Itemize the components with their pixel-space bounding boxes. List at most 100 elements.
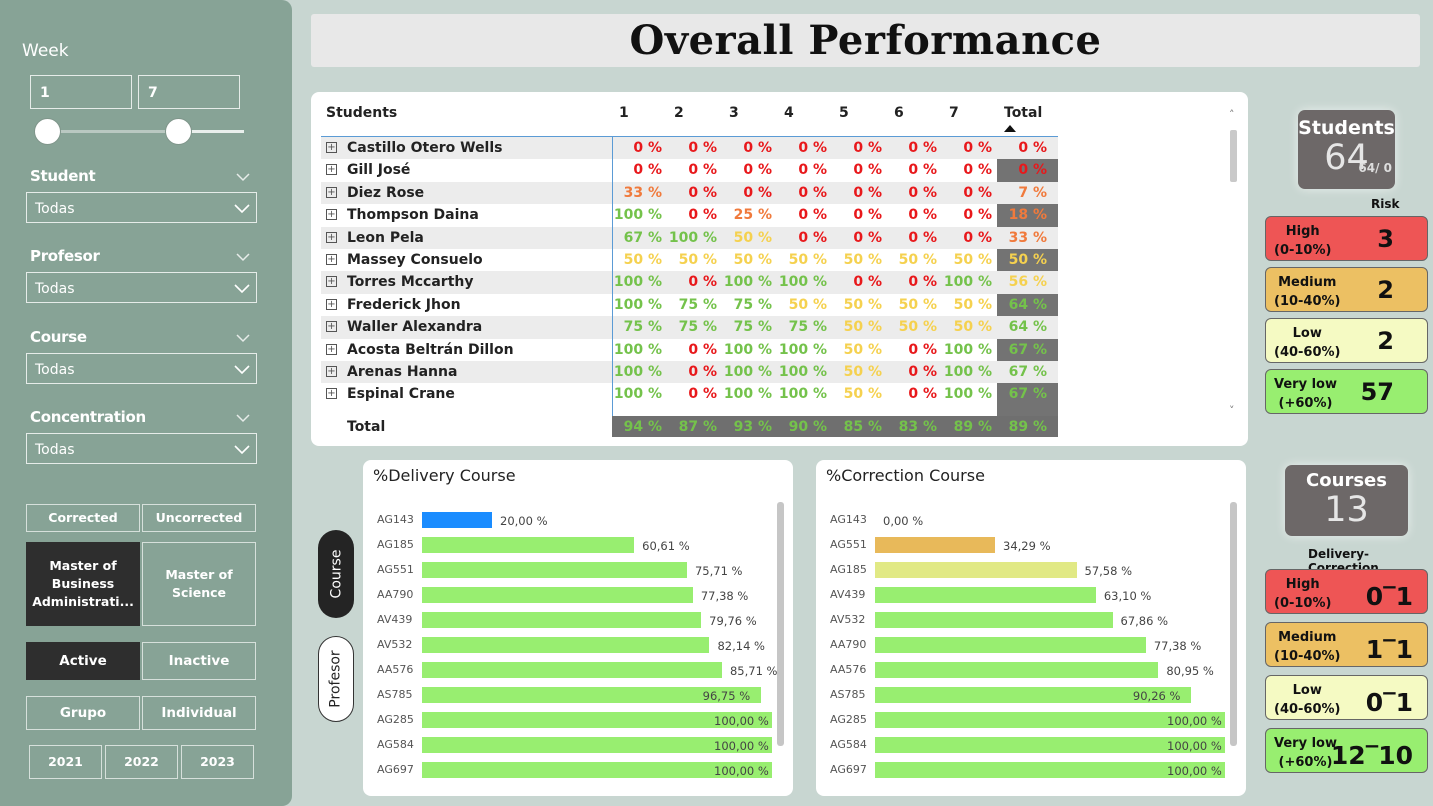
expand-icon[interactable]: +	[326, 231, 337, 243]
active-button[interactable]: Active	[26, 642, 140, 680]
table-row[interactable]: + Waller Alexandra 75 % 75 % 75 % 75 % 50 % 50 …	[321, 316, 1058, 339]
expand-icon[interactable]: +	[326, 186, 337, 198]
expand-icon[interactable]: +	[326, 142, 337, 153]
table-row[interactable]: + Arenas Hanna 100 % 0 % 100 % 100 % 50 % 0 % 10…	[321, 361, 1058, 384]
year-2022-button[interactable]: 2022	[105, 745, 178, 779]
mba-button[interactable]: Master of Business Administrati...	[26, 542, 140, 626]
total-cell: 67 %	[1008, 386, 1047, 403]
matrix-header-students[interactable]: Students	[326, 105, 397, 121]
week-cell: 0 %	[963, 162, 992, 179]
chevron-down-icon[interactable]	[236, 331, 250, 345]
matrix-header-week-3[interactable]: 3	[729, 105, 739, 121]
matrix-header-week-6[interactable]: 6	[894, 105, 904, 121]
risk-card[interactable]: Very low (+60%) 12‾10	[1265, 728, 1428, 773]
table-row[interactable]: + Diez Rose 33 % 0 % 0 % 0 % 0 % 0 % 0 % 7 %	[321, 181, 1058, 205]
matrix-header-week-7[interactable]: 7	[949, 105, 959, 121]
expand-icon[interactable]: +	[326, 254, 337, 265]
bar[interactable]	[422, 662, 722, 678]
concentration-dropdown[interactable]: Todas	[26, 433, 257, 464]
bar[interactable]	[422, 537, 635, 553]
sort-desc-icon[interactable]	[1004, 125, 1016, 132]
profesor-dropdown[interactable]: Todas	[26, 272, 257, 303]
individual-button[interactable]: Individual	[142, 696, 256, 730]
bar[interactable]	[875, 662, 1159, 678]
inactive-button[interactable]: Inactive	[142, 642, 256, 680]
table-row[interactable]: + Torres Mccarthy 100 % 0 % 100 % 100 % 0 % 0 %…	[321, 271, 1058, 294]
matrix-header-week-5[interactable]: 5	[839, 105, 849, 121]
table-row[interactable]: + Frederick Jhon 100 % 75 % 75 % 50 % 50 % 50 %…	[321, 294, 1058, 316]
bar[interactable]	[422, 587, 693, 603]
bar[interactable]	[422, 637, 710, 653]
student-name: Torres Mccarthy	[347, 274, 474, 291]
grupo-button[interactable]: Grupo	[26, 696, 140, 730]
table-row[interactable]: + Gill José 0 % 0 % 0 % 0 % 0 % 0 % 0 % 0 %	[321, 159, 1058, 181]
master-of-science-button[interactable]: Master of Science	[142, 542, 256, 626]
data-label: 100,00 %	[1167, 714, 1222, 728]
student-name: Massey Consuelo	[347, 252, 483, 268]
bar[interactable]	[422, 512, 492, 528]
bar[interactable]	[875, 637, 1146, 653]
matrix-header-week-2[interactable]: 2	[674, 105, 684, 121]
risk-label: Risk	[1371, 197, 1400, 211]
chevron-down-icon[interactable]	[236, 411, 250, 425]
week-slider-min-handle[interactable]	[34, 118, 61, 145]
chevron-down-icon[interactable]	[236, 170, 250, 184]
bar[interactable]	[422, 562, 687, 578]
expand-icon[interactable]: +	[326, 343, 337, 355]
year-2023-button[interactable]: 2023	[181, 745, 254, 779]
bar[interactable]	[875, 587, 1096, 603]
course-toggle[interactable]: Course	[318, 530, 354, 618]
profesor-toggle[interactable]: Profesor	[318, 636, 354, 722]
corrected-button[interactable]: Corrected	[26, 504, 140, 532]
student-name: Waller Alexandra	[347, 319, 483, 336]
table-row[interactable]: + Leon Pela 67 % 100 % 50 % 0 % 0 % 0 % 0 % 33 %	[321, 226, 1058, 249]
delivery-chart-scrollbar[interactable]	[777, 502, 784, 746]
matrix-header-total[interactable]: Total	[1004, 105, 1042, 121]
data-label: 60,61 %	[642, 539, 690, 553]
risk-name: Medium (10-40%)	[1274, 273, 1341, 311]
scroll-down-icon[interactable]: ˅	[1229, 404, 1235, 417]
risk-card[interactable]: Very low (+60%) 57	[1265, 369, 1428, 414]
expand-icon[interactable]: +	[326, 366, 337, 377]
risk-card[interactable]: High (0-10%) 0‾1	[1265, 569, 1428, 614]
matrix-header-week-4[interactable]: 4	[784, 105, 794, 121]
table-row[interactable]: + Espinal Crane 100 % 0 % 100 % 100 % 50 % 0 % 1…	[321, 383, 1058, 405]
expand-icon[interactable]: +	[326, 276, 337, 288]
expand-icon[interactable]: +	[326, 321, 337, 333]
risk-card[interactable]: Low (40-60%) 2	[1265, 318, 1428, 363]
matrix-scrollbar[interactable]	[1230, 130, 1237, 182]
risk-card[interactable]: Low (40-60%) 0‾1	[1265, 675, 1428, 720]
risk-card[interactable]: High (0-10%) 3	[1265, 216, 1428, 261]
table-row[interactable]: + Thompson Daina 100 % 0 % 25 % 0 % 0 % 0 % 0 % 1…	[321, 204, 1058, 226]
risk-card[interactable]: Medium (10-40%) 2	[1265, 267, 1428, 312]
table-row[interactable]: + Massey Consuelo 50 % 50 % 50 % 50 % 50 % 50 %…	[321, 249, 1058, 271]
risk-name: Very low (+60%)	[1274, 734, 1337, 772]
student-dropdown[interactable]: Todas	[26, 192, 257, 223]
week-cell: 0 %	[853, 162, 882, 179]
category-label: AG143	[377, 513, 414, 526]
table-row[interactable]: + Acosta Beltrán Dillon 100 % 0 % 100 % 100 %…	[321, 339, 1058, 361]
table-row[interactable]: + Castillo Otero Wells 0 % 0 % 0 % 0 % 0 % 0 % 0…	[321, 137, 1058, 160]
uncorrected-button[interactable]: Uncorrected	[142, 504, 256, 532]
expand-icon[interactable]: +	[326, 298, 337, 310]
correction-chart-scrollbar[interactable]	[1230, 502, 1237, 746]
week-to-input[interactable]: 7	[138, 75, 240, 109]
risk-card[interactable]: Medium (10-40%) 1‾1	[1265, 622, 1428, 667]
data-label: 100,00 %	[714, 739, 769, 753]
bar[interactable]	[875, 562, 1077, 578]
total-cell: 64 %	[1008, 319, 1047, 336]
expand-icon[interactable]: +	[326, 164, 337, 176]
year-2021-button[interactable]: 2021	[29, 745, 102, 779]
course-dropdown[interactable]: Todas	[26, 353, 257, 384]
week-from-input[interactable]: 1	[30, 75, 132, 109]
matrix-header-week-1[interactable]: 1	[619, 105, 629, 121]
bar[interactable]	[875, 612, 1113, 628]
bar[interactable]	[875, 537, 995, 553]
scroll-up-icon[interactable]: ˄	[1229, 108, 1235, 121]
week-cell: 0 %	[688, 364, 717, 380]
expand-icon[interactable]: +	[326, 388, 337, 400]
week-slider-max-handle[interactable]	[165, 118, 192, 145]
bar[interactable]	[422, 612, 702, 628]
expand-icon[interactable]: +	[326, 209, 337, 221]
chevron-down-icon[interactable]	[236, 250, 250, 264]
